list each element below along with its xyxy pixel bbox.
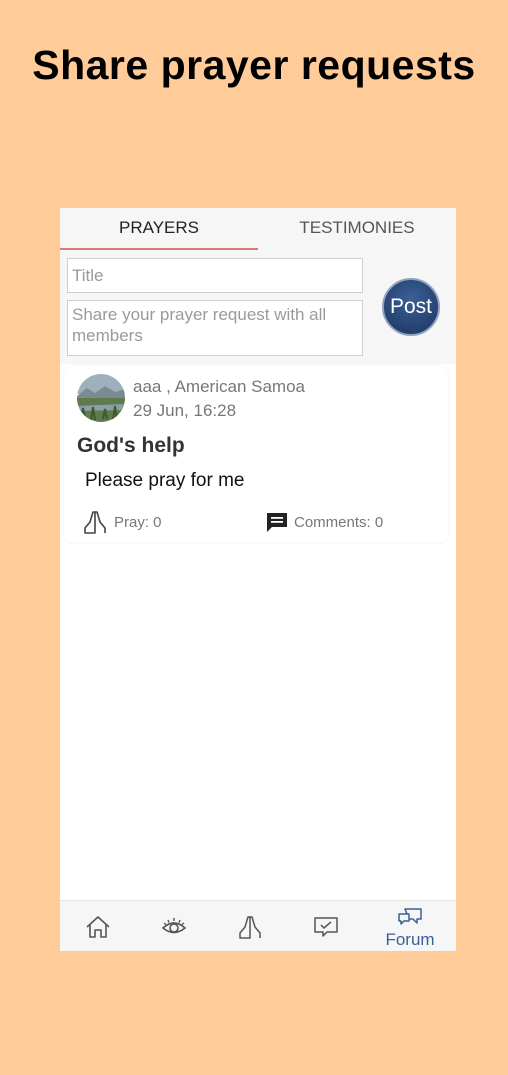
forum-icon — [398, 908, 422, 925]
nav-forum[interactable]: Forum — [380, 901, 440, 951]
comments-count: Comments: 0 — [294, 513, 384, 531]
pray-button[interactable]: Pray: 0 — [82, 508, 162, 536]
post-text: Please pray for me — [85, 470, 245, 491]
home-icon — [86, 916, 110, 938]
nav-forum-label: Forum — [385, 930, 435, 949]
post-date: 29 Jun, 16:28 — [133, 401, 237, 420]
compose-panel: Title Share your prayer request with all… — [60, 250, 456, 364]
bottom-nav: Forum — [60, 900, 456, 951]
praying-hands-icon — [84, 511, 106, 534]
nav-prayers[interactable] — [220, 901, 280, 951]
eye-icon — [161, 918, 187, 934]
comment-icon — [267, 513, 287, 532]
prayer-post-card[interactable]: aaa , American Samoa 29 Jun, 16:28 God's… — [64, 366, 448, 542]
nav-watch[interactable] — [144, 901, 204, 951]
headline: Share prayer requests — [32, 42, 476, 88]
app-screen: PRAYERS TESTIMONIES Title Share your pra… — [60, 208, 456, 951]
nav-home[interactable] — [68, 901, 128, 951]
avatar[interactable] — [77, 374, 125, 422]
tab-testimonies[interactable]: TESTIMONIES — [258, 208, 456, 250]
title-input[interactable]: Title — [67, 258, 363, 293]
post-button[interactable]: Post — [382, 278, 440, 336]
post-author: aaa , American Samoa — [133, 377, 305, 396]
post-title: God's help — [77, 434, 185, 457]
nav-testimonies[interactable] — [296, 901, 356, 951]
praying-hands-icon — [239, 916, 261, 939]
pray-count: Pray: 0 — [114, 513, 162, 531]
tab-bar: PRAYERS TESTIMONIES — [60, 208, 456, 250]
comments-button[interactable]: Comments: 0 — [266, 508, 383, 536]
checkmark-message-icon — [314, 917, 338, 937]
prayer-request-input[interactable]: Share your prayer request with all membe… — [67, 300, 363, 356]
tab-prayers[interactable]: PRAYERS — [60, 208, 258, 250]
